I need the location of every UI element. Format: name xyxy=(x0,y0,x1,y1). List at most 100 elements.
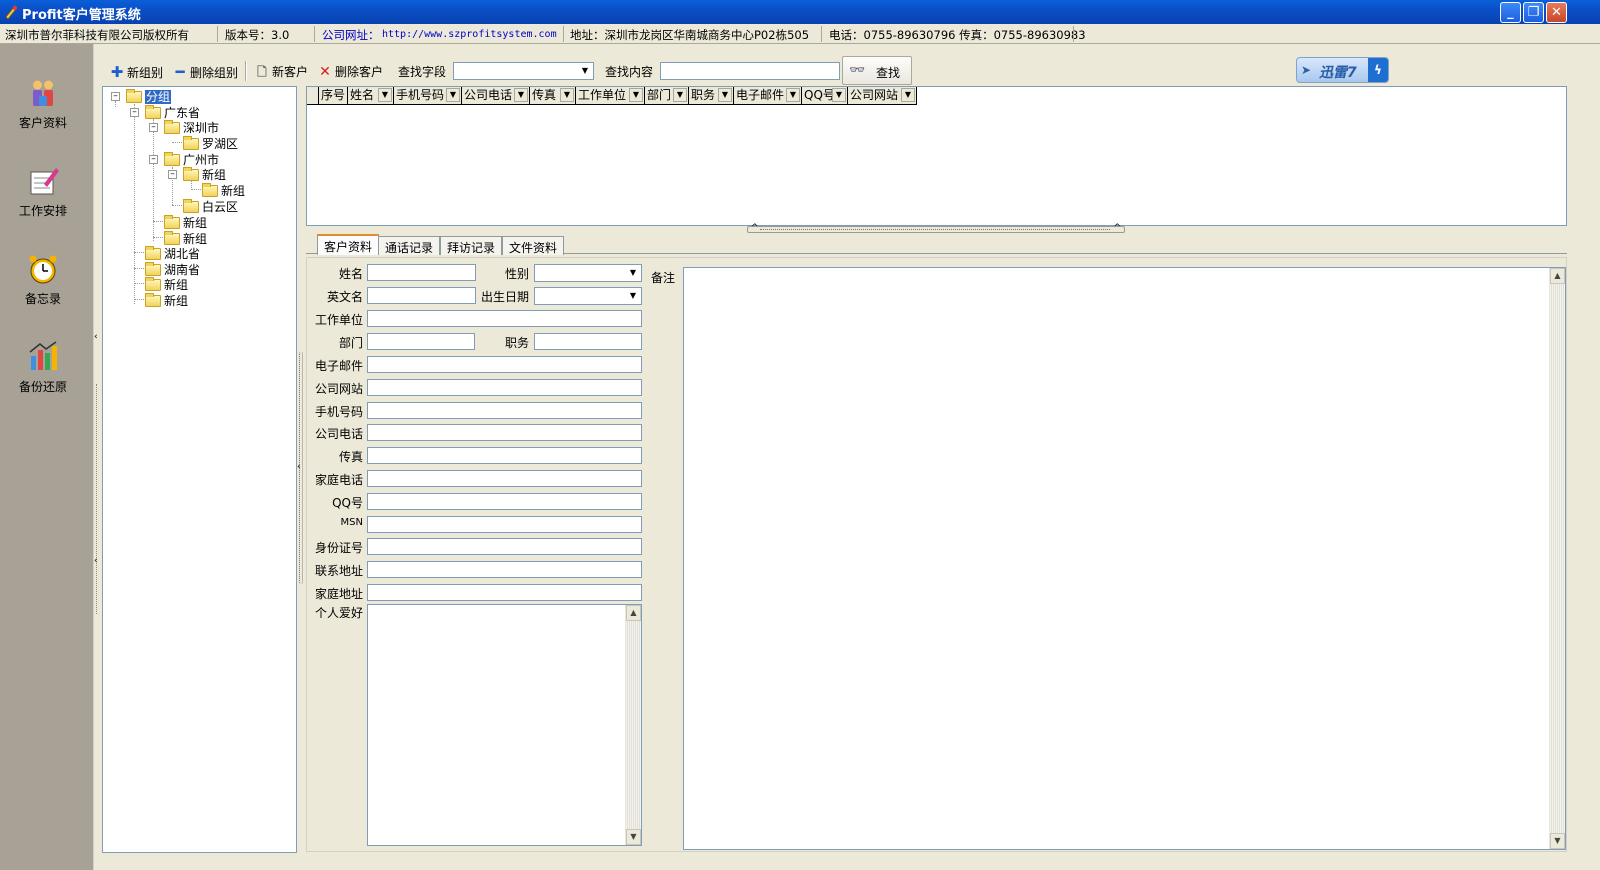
group-tree[interactable]: – 分组 – 广东省 – 深圳市 罗湖区 – 广州市 – 新组 新组 白云区 新组 新组 … xyxy=(102,86,297,853)
new-customer-button[interactable]: 🗋 新客户 xyxy=(255,63,308,84)
chevron-down-icon[interactable]: ▼ xyxy=(786,88,800,102)
search-field-select[interactable]: ▼ xyxy=(453,62,594,80)
gender-select[interactable]: ▼ xyxy=(534,264,642,282)
chevron-down-icon[interactable]: ▼ xyxy=(446,88,460,102)
nav-customer[interactable]: 客户资料 xyxy=(0,76,86,131)
grid-col-header[interactable]: 姓名 ▼ xyxy=(348,87,394,105)
tree-node[interactable]: 湖北省 xyxy=(145,245,200,261)
hobbies-textarea[interactable]: ▲ ▼ xyxy=(367,604,642,846)
chevron-down-icon[interactable]: ▼ xyxy=(514,88,528,102)
company-phone-input[interactable] xyxy=(367,424,642,441)
collapse-icon[interactable]: – xyxy=(130,108,139,117)
collapse-icon[interactable]: – xyxy=(111,92,120,101)
tab-visit-log[interactable]: 拜访记录 xyxy=(440,236,503,255)
tree-node[interactable]: 新组 xyxy=(202,182,245,198)
position-input[interactable] xyxy=(534,333,642,350)
left-splitter[interactable]: ‹ ‹ xyxy=(93,44,101,870)
tree-node[interactable]: 罗湖区 xyxy=(183,135,238,151)
chevron-up-icon[interactable]: ^ xyxy=(1113,223,1121,233)
tree-node[interactable]: 湖南省 xyxy=(145,261,200,277)
folder-icon xyxy=(183,166,199,181)
fax-input[interactable] xyxy=(367,447,642,464)
search-content-input[interactable] xyxy=(660,62,840,80)
delete-group-button[interactable]: ━ 删除组别 xyxy=(173,63,238,81)
name-input[interactable] xyxy=(367,264,476,281)
collapse-icon[interactable]: – xyxy=(168,170,177,179)
birthday-select[interactable]: ▼ xyxy=(534,287,642,305)
restore-button[interactable]: ❐ xyxy=(1523,2,1544,23)
grid-col-header[interactable]: 电子邮件 ▼ xyxy=(734,87,802,105)
chevron-up-icon[interactable]: ^ xyxy=(751,223,759,233)
customer-grid[interactable]: 序号 姓名 ▼ 手机号码 ▼ 公司电话 ▼ 传真 ▼ 工作单位 ▼ 部门 ▼ 职务 ▼ 电子邮… xyxy=(306,86,1567,226)
nav-memo[interactable]: 备忘录 xyxy=(0,252,86,307)
tree-node[interactable]: – 新组 xyxy=(168,166,226,182)
nav-backup[interactable]: 备份还原 xyxy=(0,340,86,395)
collapse-arrow-icon[interactable]: ‹ xyxy=(94,332,98,342)
tree-node[interactable]: – 深圳市 xyxy=(149,119,219,135)
home-phone-input[interactable] xyxy=(367,470,642,487)
xunlei-badge[interactable]: ➤ 迅雷7 ϟ xyxy=(1296,57,1389,83)
contact-address-input[interactable] xyxy=(367,561,642,578)
version-text: 版本号：3.0 xyxy=(225,28,290,42)
collapse-icon[interactable]: – xyxy=(149,155,158,164)
close-button[interactable]: ✕ xyxy=(1546,2,1567,23)
tree-node[interactable]: 白云区 xyxy=(183,198,238,214)
tree-node[interactable]: 新组 xyxy=(145,292,188,308)
msn-input[interactable] xyxy=(367,516,642,533)
tree-node[interactable]: 新组 xyxy=(164,230,207,246)
chevron-down-icon[interactable]: ▼ xyxy=(378,88,392,102)
grid-splitter[interactable]: ^ ^ xyxy=(747,223,1125,233)
tree-node[interactable]: 新组 xyxy=(164,214,207,230)
collapse-arrow-icon[interactable]: ‹ xyxy=(94,556,98,566)
website-input[interactable] xyxy=(367,379,642,396)
tree-node[interactable]: – 广东省 xyxy=(130,104,200,120)
tree-node[interactable]: – 广州市 xyxy=(149,151,219,167)
scroll-up-icon[interactable]: ▲ xyxy=(626,605,641,621)
grid-col-header[interactable]: QQ号 ▼ xyxy=(802,87,848,105)
scroll-down-icon[interactable]: ▼ xyxy=(1550,833,1565,849)
chevron-down-icon[interactable]: ▼ xyxy=(560,88,574,102)
department-input[interactable] xyxy=(367,333,475,350)
english-name-input[interactable] xyxy=(367,287,476,304)
grid-col-header[interactable]: 公司网站 ▼ xyxy=(848,87,917,105)
grid-col-header[interactable]: 职务 ▼ xyxy=(689,87,734,105)
scroll-up-icon[interactable]: ▲ xyxy=(1550,268,1565,284)
tab-files[interactable]: 文件资料 xyxy=(502,236,565,255)
chevron-down-icon[interactable]: ▼ xyxy=(901,88,915,102)
home-address-input[interactable] xyxy=(367,584,642,601)
grid-col-header[interactable]: 传真 ▼ xyxy=(530,87,576,105)
id-number-input[interactable] xyxy=(367,538,642,555)
grid-col-header[interactable]: 部门 ▼ xyxy=(645,87,689,105)
company-input[interactable] xyxy=(367,310,642,327)
form-splitter[interactable]: ‹ xyxy=(297,352,305,584)
chevron-down-icon[interactable]: ▼ xyxy=(629,88,643,102)
chevron-down-icon[interactable]: ▼ xyxy=(832,88,846,102)
tree-node[interactable]: 新组 xyxy=(145,276,188,292)
lightning-icon: ϟ xyxy=(1368,58,1388,82)
tree-node-root[interactable]: – 分组 xyxy=(111,88,172,104)
qq-input[interactable] xyxy=(367,493,642,510)
grid-col-header[interactable]: 手机号码 ▼ xyxy=(394,87,462,105)
minimize-button[interactable]: _ xyxy=(1500,2,1521,23)
remarks-textarea[interactable]: ▲ ▼ xyxy=(683,267,1566,850)
tab-call-log[interactable]: 通话记录 xyxy=(378,236,441,255)
grid-col-header[interactable]: 工作单位 ▼ xyxy=(576,87,645,105)
collapse-arrow-icon[interactable]: ‹ xyxy=(297,462,301,472)
email-input[interactable] xyxy=(367,356,642,373)
tab-customer-info[interactable]: 客户资料 xyxy=(317,234,380,255)
nav-schedule[interactable]: 工作安排 xyxy=(0,164,86,219)
grid-col-header[interactable]: 公司电话 ▼ xyxy=(462,87,530,105)
collapse-icon[interactable]: – xyxy=(149,123,158,132)
scrollbar[interactable]: ▲ ▼ xyxy=(625,605,641,845)
grid-col-header[interactable]: 序号 xyxy=(319,87,348,105)
scroll-down-icon[interactable]: ▼ xyxy=(626,829,641,845)
mobile-input[interactable] xyxy=(367,402,642,419)
folder-icon xyxy=(202,182,218,197)
scrollbar[interactable]: ▲ ▼ xyxy=(1549,268,1565,849)
new-group-button[interactable]: ✚ 新组别 xyxy=(110,63,163,81)
website-link[interactable]: http://www.szprofitsystem.com xyxy=(382,29,557,40)
chevron-down-icon[interactable]: ▼ xyxy=(718,88,732,102)
chevron-down-icon[interactable]: ▼ xyxy=(673,88,687,102)
delete-customer-button[interactable]: ✕ 删除客户 xyxy=(318,63,383,80)
find-button[interactable]: 👓 查找 xyxy=(842,56,912,85)
